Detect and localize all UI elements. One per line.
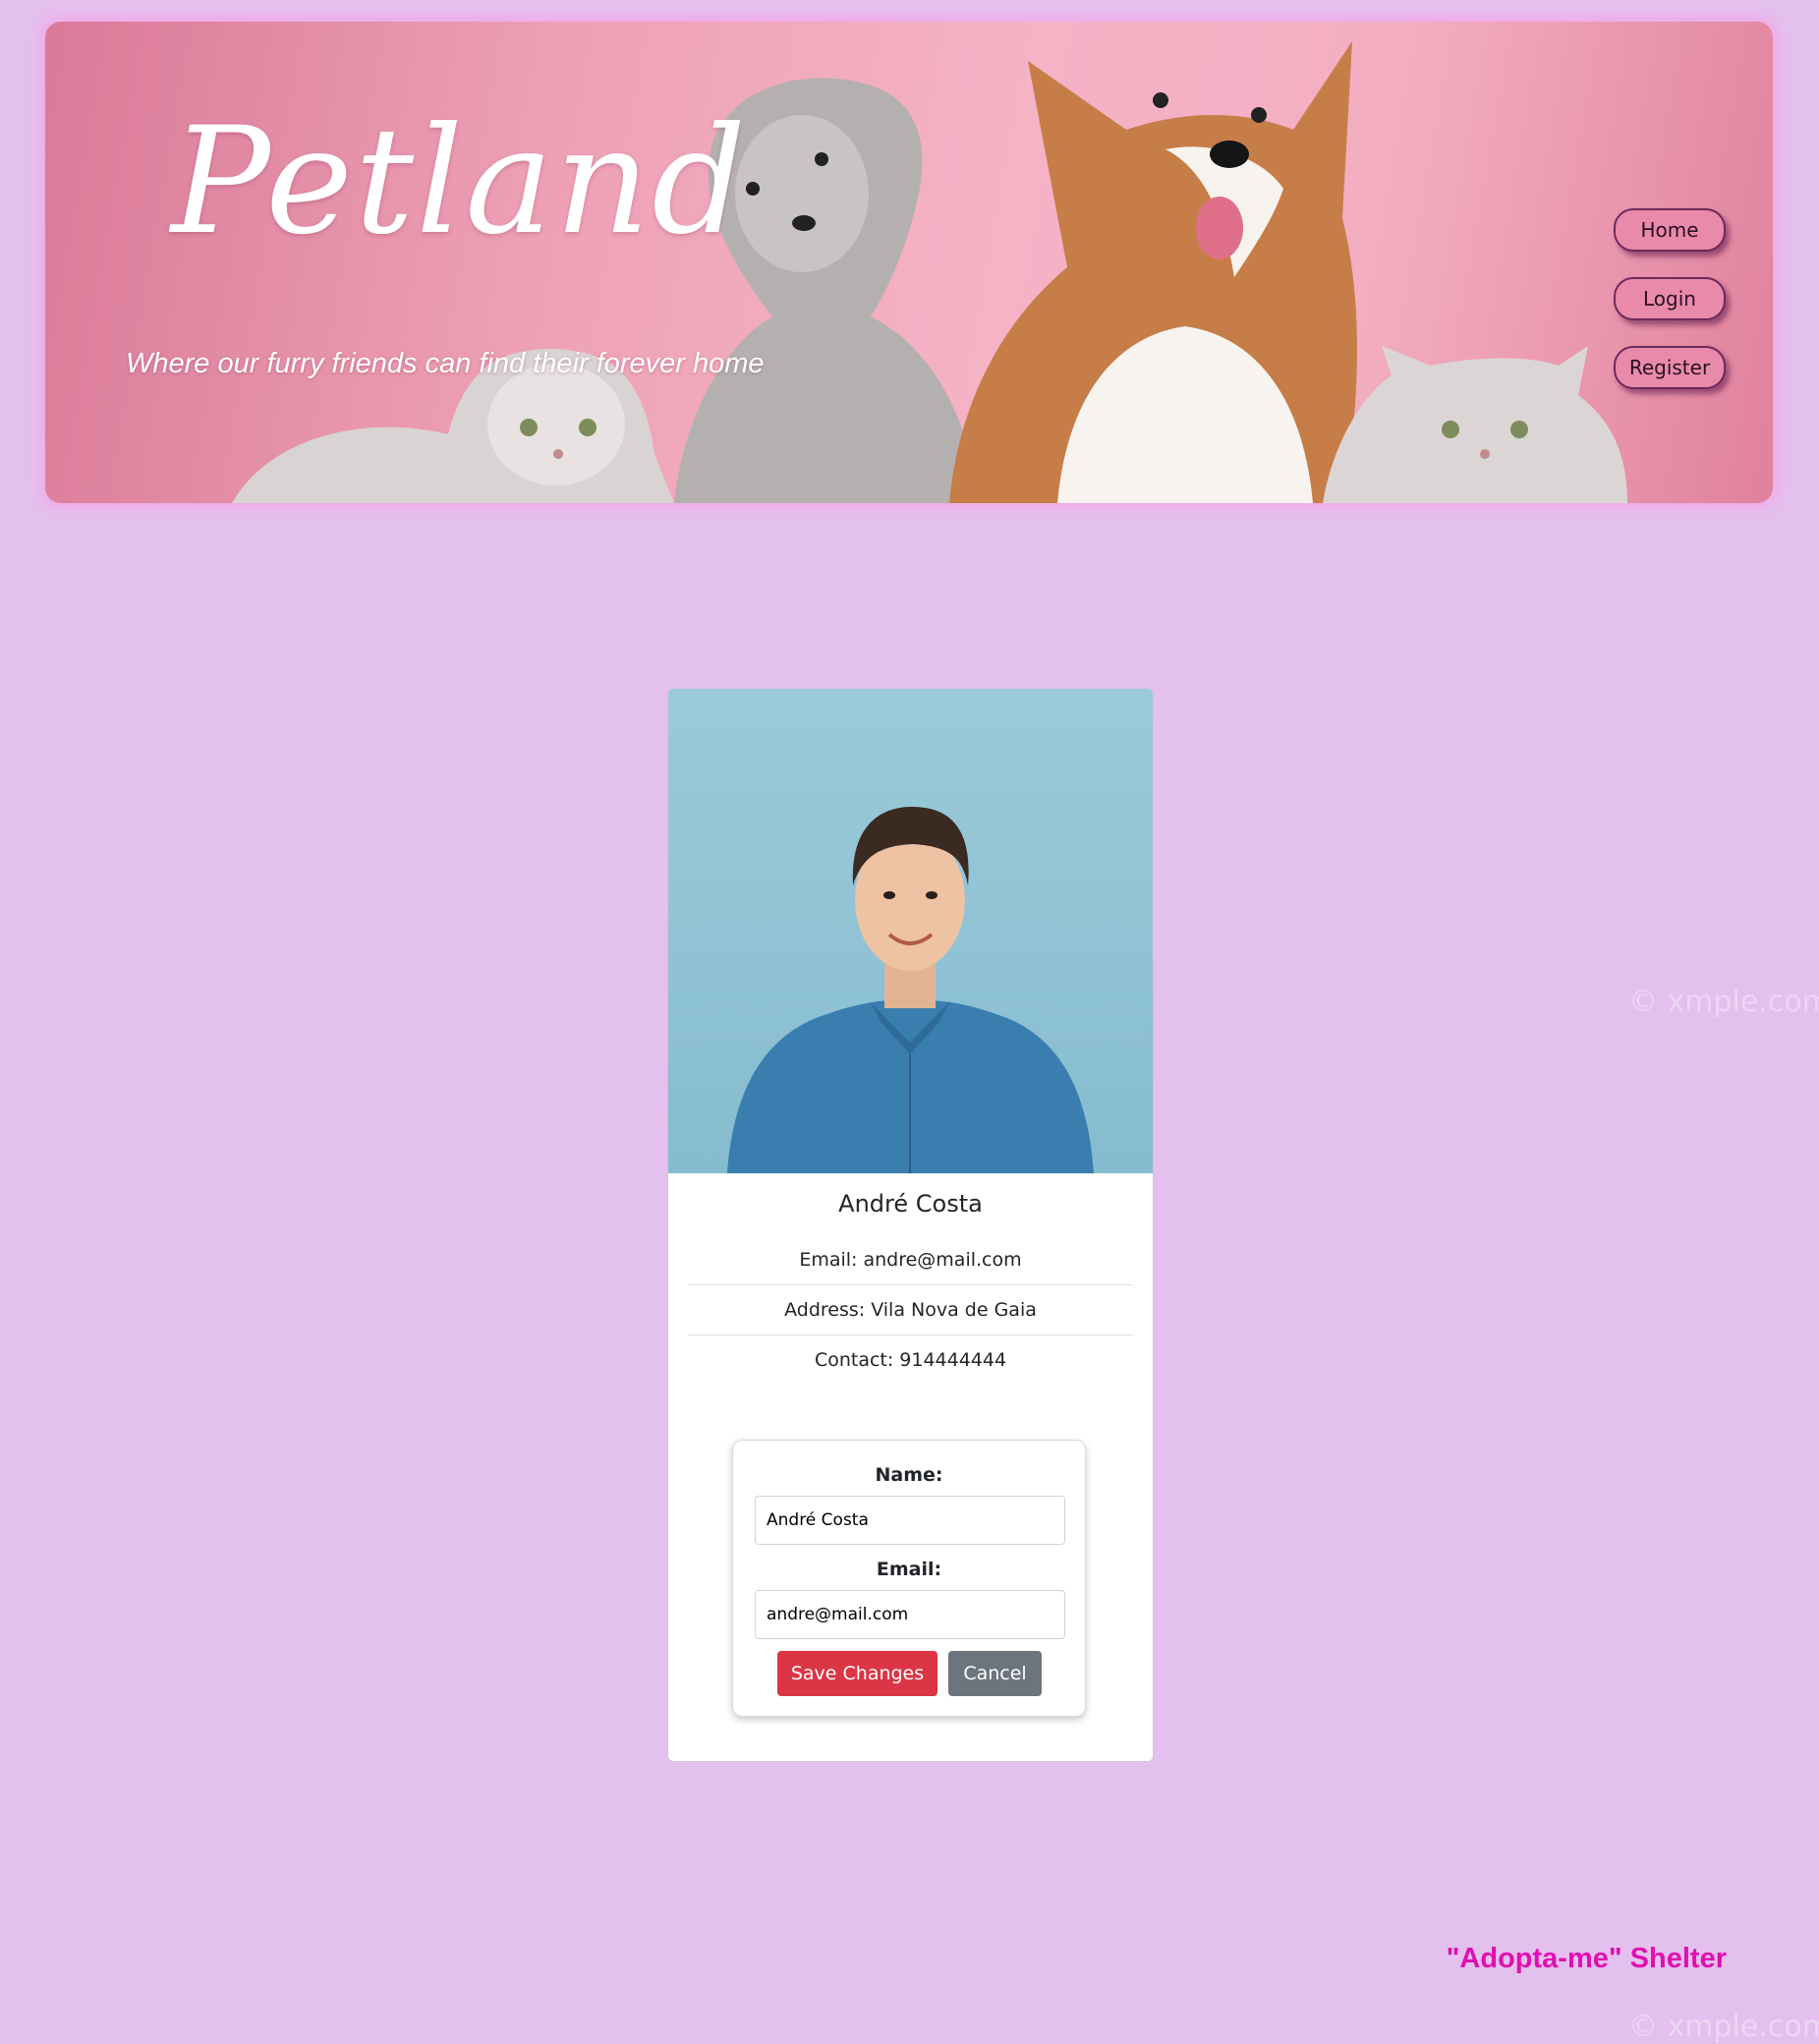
- watermark: © xmple.com: [1628, 985, 1819, 1019]
- save-changes-button[interactable]: Save Changes: [777, 1651, 938, 1696]
- profile-contact-item: Contact: 914444444: [688, 1335, 1133, 1385]
- main-nav: Home Login Register: [1614, 208, 1726, 389]
- header-banner: Petland Where our furry friends can find…: [45, 22, 1773, 503]
- site-title: Petland: [171, 96, 749, 267]
- profile-address-value: Vila Nova de Gaia: [871, 1299, 1037, 1321]
- profile-card: André Costa Email: andre@mail.com Addres…: [667, 688, 1154, 1762]
- edit-profile-form: Name: Email: Save Changes Cancel: [732, 1440, 1086, 1717]
- name-field-label: Name:: [875, 1464, 943, 1486]
- email-input[interactable]: [755, 1590, 1065, 1639]
- profile-address-item: Address: Vila Nova de Gaia: [688, 1285, 1133, 1335]
- profile-email-label: Email:: [799, 1249, 858, 1271]
- watermark: © xmple.com: [1628, 2010, 1819, 2044]
- profile-email-value: andre@mail.com: [863, 1249, 1022, 1271]
- nav-login-button[interactable]: Login: [1614, 277, 1726, 320]
- name-input[interactable]: [755, 1496, 1065, 1545]
- profile-person-image: [727, 807, 1094, 1173]
- profile-address-label: Address:: [784, 1299, 866, 1321]
- nav-register-button[interactable]: Register: [1614, 346, 1726, 389]
- profile-contact-value: 914444444: [899, 1349, 1007, 1371]
- profile-name: André Costa: [838, 1190, 983, 1218]
- profile-email-item: Email: andre@mail.com: [688, 1235, 1133, 1285]
- footer-shelter-name: "Adopta-me" Shelter: [1446, 1943, 1727, 1974]
- profile-photo: [668, 689, 1153, 1173]
- nav-home-button[interactable]: Home: [1614, 208, 1726, 252]
- profile-contact-label: Contact:: [814, 1349, 894, 1371]
- email-field-label: Email:: [876, 1559, 942, 1580]
- site-tagline: Where our furry friends can find their f…: [126, 348, 765, 379]
- cancel-button[interactable]: Cancel: [948, 1651, 1042, 1696]
- profile-details-list: Email: andre@mail.com Address: Vila Nova…: [688, 1235, 1133, 1385]
